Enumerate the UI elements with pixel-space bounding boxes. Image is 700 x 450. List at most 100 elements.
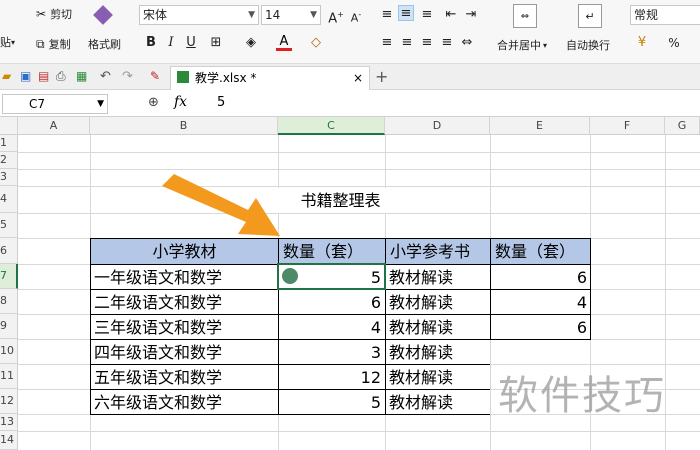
table-cell[interactable]: 三年级语文和数学 — [94, 315, 222, 340]
row-header-3[interactable]: 3 — [0, 169, 18, 186]
watermark-text: 软件技巧 — [498, 373, 666, 419]
quick-access-tabbar: ▰ ▣ ▤ ⎙ ▦ ↶ ↷ ✎ 教学.xlsx * × + — [0, 64, 700, 90]
fx-button[interactable]: fx — [174, 94, 187, 110]
font-name-select[interactable]: 宋体 ▼ — [139, 5, 259, 25]
column-header-g[interactable]: G — [665, 117, 700, 135]
table-cell[interactable]: 六年级语文和数学 — [94, 390, 222, 415]
row-header-10[interactable]: 10 — [0, 339, 18, 364]
row-header-2[interactable]: 2 — [0, 152, 18, 169]
pdf-icon[interactable]: ▤ — [38, 69, 49, 83]
merge-center-icon[interactable]: ⇔ — [513, 4, 537, 28]
undo-icon[interactable]: ↶ — [100, 69, 111, 84]
row-header-13[interactable]: 13 — [0, 414, 18, 431]
font-color-icon[interactable]: A — [276, 35, 292, 51]
justify-icon[interactable]: ≡ — [439, 35, 455, 51]
formula-input[interactable]: 5 — [217, 95, 225, 110]
annotation-arrow-icon — [162, 174, 280, 236]
indent-icon[interactable]: ⇥ — [463, 7, 479, 23]
increase-font-icon[interactable]: A+ — [328, 7, 344, 26]
clear-format-icon[interactable]: ◇ — [308, 35, 324, 51]
select-all-corner[interactable] — [0, 117, 18, 135]
row-header-4[interactable]: 4 — [0, 186, 18, 213]
table-cell[interactable]: 12 — [279, 365, 381, 390]
row-header-8[interactable]: 8 — [0, 289, 18, 314]
column-header-e[interactable]: E — [490, 117, 590, 135]
table-cell[interactable]: 6 — [491, 315, 587, 340]
row-header-1[interactable]: 1 — [0, 135, 18, 152]
font-size-select[interactable]: 14 ▼ — [261, 5, 321, 25]
table-cell[interactable]: 教材解读 — [389, 265, 453, 290]
format-painter-button[interactable]: 格式刷 — [88, 36, 121, 52]
column-header-c[interactable]: C — [278, 117, 385, 135]
cut-button[interactable]: ✂ 剪切 — [36, 6, 72, 22]
column-header-f[interactable]: F — [590, 117, 665, 135]
row-header-14[interactable]: 14 — [0, 431, 18, 450]
table-cell[interactable]: 四年级语文和数学 — [94, 340, 222, 365]
align-right-icon[interactable]: ≡ — [419, 35, 435, 51]
table-header-cell[interactable]: 数量（套） — [279, 239, 385, 264]
currency-icon[interactable]: ¥ — [634, 35, 650, 51]
table-cell[interactable]: 4 — [279, 315, 381, 340]
tab-document[interactable]: 教学.xlsx * × — [170, 66, 370, 90]
number-format-select[interactable]: 常规 — [630, 5, 700, 25]
new-tab-button[interactable]: + — [375, 67, 388, 86]
table-header-cell[interactable]: 小学参考书 — [386, 239, 490, 264]
bold-button[interactable]: B — [143, 35, 159, 51]
align-center-icon[interactable]: ≡ — [399, 35, 415, 51]
align-left-icon[interactable]: ≡ — [379, 35, 395, 51]
table-cell[interactable]: 6 — [491, 265, 587, 290]
table-cell[interactable]: 教材解读 — [389, 365, 453, 390]
print-icon[interactable]: ⎙ — [56, 69, 66, 84]
row-header-6[interactable]: 6 — [0, 238, 18, 264]
format-painter-icon[interactable] — [92, 4, 114, 26]
table-cell[interactable]: 教材解读 — [389, 315, 453, 340]
name-box[interactable]: C7 ▼ — [2, 94, 108, 114]
copy-button[interactable]: ⧉ 复制 — [36, 36, 71, 52]
column-header-a[interactable]: A — [18, 117, 90, 135]
row-header-5[interactable]: 5 — [0, 213, 18, 238]
name-box-value: C7 — [29, 97, 46, 111]
fill-color-icon[interactable]: ◈ — [243, 35, 259, 51]
decrease-font-icon[interactable]: A- — [348, 7, 364, 25]
redo-icon[interactable]: ↷ — [122, 69, 133, 84]
table-cell[interactable]: 3 — [279, 340, 381, 365]
column-header-b[interactable]: B — [90, 117, 278, 135]
table-cell[interactable]: 教材解读 — [389, 340, 453, 365]
table-cell[interactable]: 教材解读 — [389, 290, 453, 315]
paste-button[interactable]: 贴 ▾ — [0, 34, 30, 50]
table-cell[interactable]: 一年级语文和数学 — [94, 265, 222, 290]
column-header-d[interactable]: D — [385, 117, 490, 135]
outdent-icon[interactable]: ⇤ — [443, 7, 459, 23]
pin-icon[interactable]: ✎ — [150, 69, 160, 83]
table-header-cell[interactable]: 小学教材 — [91, 239, 278, 264]
merge-center-button[interactable]: 合并居中 ▾ — [497, 37, 547, 53]
zoom-icon[interactable]: ⊕ — [148, 95, 159, 110]
underline-button[interactable]: U — [183, 35, 199, 51]
preview-icon[interactable]: ▦ — [76, 69, 87, 83]
wrap-text-button[interactable]: 自动换行 — [566, 37, 610, 53]
wrap-text-icon[interactable]: ↵ — [578, 4, 602, 28]
border-icon[interactable]: ⊞ — [208, 35, 224, 51]
row-header-7[interactable]: 7 — [0, 264, 18, 289]
table-cell[interactable]: 五年级语文和数学 — [94, 365, 222, 390]
align-top-icon[interactable]: ≡ — [379, 7, 395, 23]
align-bottom-icon[interactable]: ≡ — [419, 7, 435, 23]
table-cell[interactable]: 教材解读 — [389, 390, 453, 415]
save-icon[interactable]: ▣ — [20, 69, 31, 83]
align-middle-icon[interactable]: ≡ — [398, 5, 414, 21]
table-cell[interactable]: 4 — [491, 290, 587, 315]
table-cell[interactable]: 二年级语文和数学 — [94, 290, 222, 315]
percent-button[interactable]: % — [666, 35, 682, 51]
distribute-icon[interactable]: ⇔ — [459, 35, 475, 51]
row-header-9[interactable]: 9 — [0, 314, 18, 339]
italic-button[interactable]: I — [163, 35, 179, 51]
folder-icon[interactable]: ▰ — [2, 69, 11, 83]
row-header-12[interactable]: 12 — [0, 389, 18, 414]
table-cell[interactable]: 5 — [279, 390, 381, 415]
close-icon[interactable]: × — [353, 67, 363, 89]
cursor-dot-icon — [282, 268, 298, 284]
table-header-cell[interactable]: 数量（套） — [491, 239, 590, 264]
chevron-down-icon: ▼ — [97, 99, 104, 109]
table-cell[interactable]: 6 — [279, 290, 381, 315]
row-header-11[interactable]: 11 — [0, 364, 18, 389]
